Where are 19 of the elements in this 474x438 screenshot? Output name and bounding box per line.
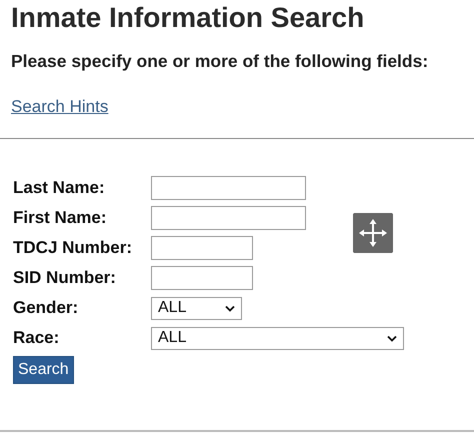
move-icon[interactable] xyxy=(353,213,393,253)
input-field[interactable] xyxy=(151,176,306,200)
field-label: TDCJ Number: xyxy=(13,237,134,259)
search-button[interactable]: Search xyxy=(13,356,74,384)
page-title: Inmate Information Search xyxy=(10,1,366,35)
field-label: First Name: xyxy=(13,207,108,229)
field-label: SID Number: xyxy=(13,267,117,289)
dropdown[interactable]: ALL xyxy=(151,326,404,350)
search-hints-link[interactable]: Search Hints xyxy=(11,97,108,117)
field-label: Gender: xyxy=(13,297,80,319)
field-label: Race: xyxy=(13,327,60,349)
input-field[interactable] xyxy=(151,206,306,230)
field-label: Last Name: xyxy=(13,177,106,199)
input-field[interactable] xyxy=(151,236,253,260)
dropdown[interactable]: ALL xyxy=(151,296,242,320)
caret-icon xyxy=(387,334,397,342)
caret-icon xyxy=(225,304,235,312)
instructions: Please specify one or more of the following fields: xyxy=(11,50,430,72)
input-field[interactable] xyxy=(151,266,253,290)
